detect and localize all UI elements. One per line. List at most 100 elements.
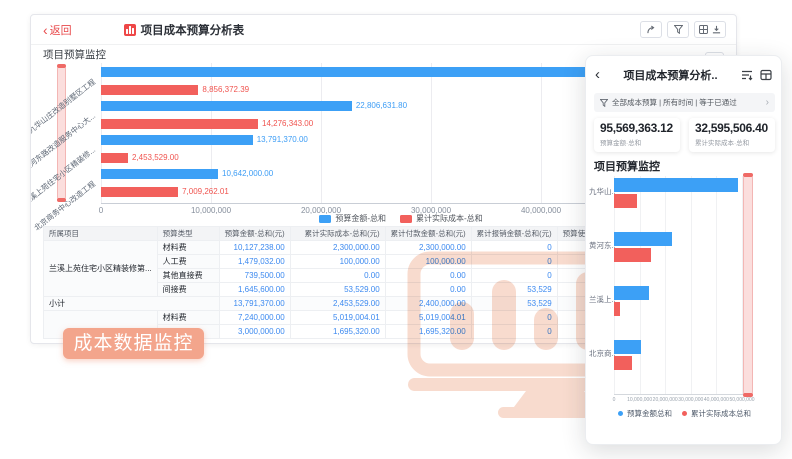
value-cell: 53,529.00 — [290, 283, 385, 297]
value-cell: 5,019,004.01 — [385, 311, 471, 325]
value-cell: 0.00 — [385, 283, 471, 297]
actual-bar-value: 2,453,529.00 — [132, 153, 179, 163]
budget-bar[interactable] — [614, 340, 641, 354]
value-cell: 53,529 — [471, 283, 557, 297]
project-cell: 兰溪上苑住宅小区精装修第... — [44, 241, 158, 297]
value-cell: 5,019,004.01 — [290, 311, 385, 325]
stat-card-budget: 95,569,363.12 预算金额·总和 — [594, 118, 680, 152]
gridline — [101, 63, 102, 203]
gridline — [321, 63, 322, 203]
budget-type-cell: 间接费 — [157, 283, 219, 297]
value-cell: 0 — [471, 325, 557, 339]
actual-bar[interactable] — [614, 194, 637, 208]
value-cell: 0 — [471, 255, 557, 269]
budget-bar[interactable] — [614, 178, 738, 192]
table-row: 兰溪上苑住宅小区精装修第...材料费10,127,238.002,300,000… — [44, 241, 643, 255]
sort-icon[interactable] — [741, 69, 753, 81]
value-cell: 100,000.00 — [385, 255, 471, 269]
legend-dot — [618, 411, 623, 416]
mobile-title: 项目成本预算分析.. — [604, 67, 737, 83]
value-cell: 1,695,320.00 — [385, 325, 471, 339]
share-button[interactable] — [640, 21, 662, 38]
table-row: 材料费7,240,000.005,019,004.015,019,004.010… — [44, 311, 643, 325]
value-cell: 2,300,000.00 — [290, 241, 385, 255]
actual-bar[interactable] — [101, 85, 198, 95]
value-cell: 53,529 — [471, 297, 557, 311]
budget-bar[interactable] — [614, 286, 649, 300]
stat-value: 95,569,363.12 — [600, 121, 674, 135]
table-header: 累计付款金额-总和(元) — [385, 227, 471, 241]
budget-bar[interactable] — [101, 169, 218, 179]
legend-swatch — [319, 215, 331, 223]
export-button[interactable] — [694, 21, 726, 38]
actual-bar[interactable] — [614, 248, 651, 262]
table-icon[interactable] — [760, 69, 772, 81]
x-axis-tick-label: 30,000,000 — [678, 397, 703, 403]
value-cell: 2,300,000.00 — [385, 241, 471, 255]
x-axis-tick-label: 0 — [613, 397, 616, 403]
budget-type-cell: 人工费 — [157, 255, 219, 269]
subtotal-cell: 小计 — [44, 297, 220, 311]
mobile-preview-panel: ‹ 项目成本预算分析.. 全部成本预算 | 所有时间 | 等于已通过 › 95,… — [585, 55, 782, 445]
budget-bar-value: 10,642,000.00 — [222, 169, 273, 179]
mobile-header-icons — [741, 69, 772, 81]
mobile-filter-text: 全部成本预算 | 所有时间 | 等于已通过 — [612, 97, 762, 108]
chart-section-title: 项目预算监控 — [43, 47, 106, 62]
actual-bar[interactable] — [101, 119, 258, 129]
share-icon — [647, 25, 656, 34]
budget-bar[interactable] — [101, 101, 352, 111]
mobile-filter-bar[interactable]: 全部成本预算 | 所有时间 | 等于已通过 › — [594, 93, 775, 112]
actual-bar[interactable] — [614, 302, 620, 316]
legend-item[interactable]: 预算金额-总和 — [319, 213, 386, 224]
legend-item[interactable]: 累计实际成本总和 — [682, 408, 751, 419]
gridline — [716, 176, 717, 394]
table-header: 累计实际成本-总和(元) — [290, 227, 385, 241]
x-axis-tick-label: 10,000,000 — [627, 397, 652, 403]
category-label: 北京商.. — [589, 348, 616, 359]
value-cell: 1,479,032.00 — [219, 255, 290, 269]
x-axis-tick-label: 50,000,000 — [729, 397, 754, 403]
export-icon — [712, 25, 721, 34]
legend-item[interactable]: 预算金额总和 — [618, 408, 672, 419]
actual-bar[interactable] — [101, 153, 128, 163]
x-axis-tick-label: 40,000,000 — [704, 397, 729, 403]
actual-bar-value: 8,856,372.39 — [202, 85, 249, 95]
report-header: ‹ 返回 项目成本预算分析表 — [31, 15, 736, 45]
value-cell: 7,240,000.00 — [219, 311, 290, 325]
back-icon: ‹ — [43, 25, 48, 35]
actual-bar-value: 14,276,343.00 — [262, 119, 313, 129]
value-cell: 2,400,000.00 — [385, 297, 471, 311]
legend-item[interactable]: 累计实际成本-总和 — [400, 213, 483, 224]
actual-bar[interactable] — [614, 356, 632, 370]
value-cell: 0 — [471, 241, 557, 255]
budget-bar[interactable] — [614, 232, 672, 246]
value-cell: 13,791,370.00 — [219, 297, 290, 311]
legend-label: 累计实际成本-总和 — [416, 213, 483, 224]
gridline — [691, 176, 692, 394]
mobile-bar-chart: 010,000,00020,000,00030,000,00040,000,00… — [586, 176, 782, 404]
value-cell: 10,127,238.00 — [219, 241, 290, 255]
annotation-cost-data-monitoring: 成本数据监控 — [63, 328, 204, 359]
page-title: 项目成本预算分析表 — [141, 22, 245, 38]
value-cell: 100,000.00 — [290, 255, 385, 269]
gridline — [431, 63, 432, 203]
legend-label: 预算金额总和 — [627, 408, 672, 419]
header-toolbar — [640, 21, 726, 38]
value-cell: 0 — [471, 311, 557, 325]
mobile-back-icon[interactable]: ‹ — [595, 67, 600, 83]
mobile-vertical-zoom-slider[interactable] — [743, 174, 753, 396]
grid-icon — [699, 25, 708, 34]
stat-value: 32,595,506.40 — [695, 121, 769, 135]
page: { "colors": { "budget_blue": "#3ca0f6", … — [0, 0, 792, 459]
budget-bar[interactable] — [101, 135, 253, 145]
budget-bar[interactable] — [101, 67, 633, 77]
filter-button[interactable] — [667, 21, 689, 38]
gridline — [665, 176, 666, 394]
budget-type-cell: 材料费 — [157, 241, 219, 255]
value-cell: 2,453,529.00 — [290, 297, 385, 311]
back-button[interactable]: ‹ 返回 — [43, 22, 72, 38]
table-header: 预算金额-总和(元) — [219, 227, 290, 241]
mobile-header: ‹ 项目成本预算分析.. — [586, 64, 781, 86]
actual-bar[interactable] — [101, 187, 178, 197]
value-cell: 0.00 — [290, 269, 385, 283]
